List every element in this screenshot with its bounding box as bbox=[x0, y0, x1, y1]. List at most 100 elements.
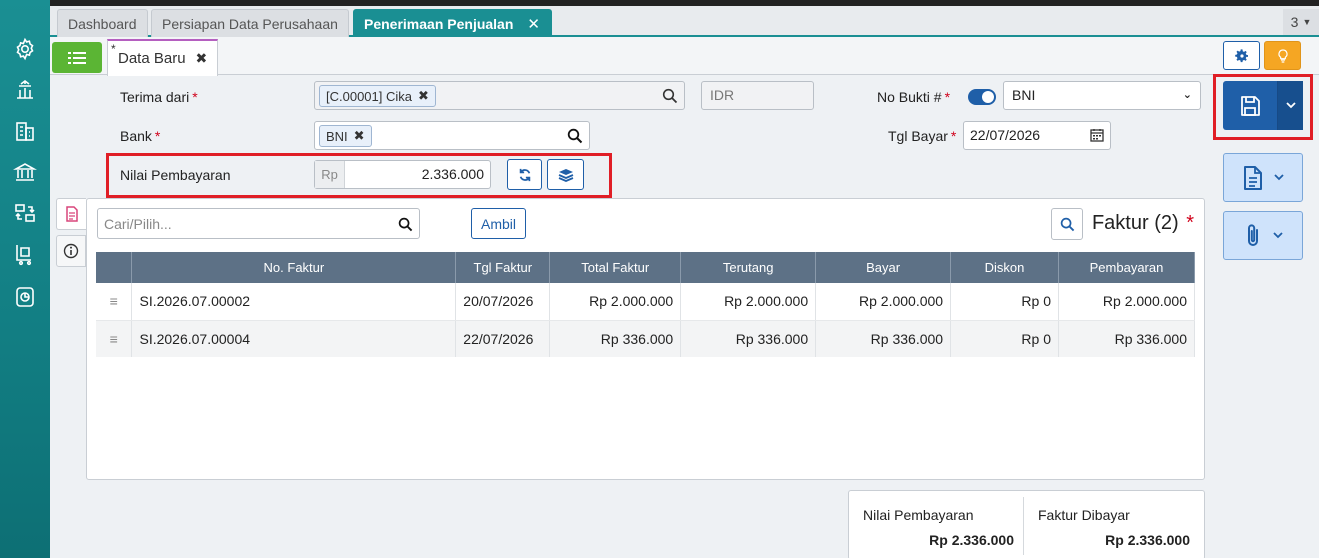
nilai-pembayaran-field[interactable]: Rp 2.336.000 bbox=[314, 160, 491, 189]
bank-field[interactable]: BNI ✖ bbox=[314, 121, 590, 150]
tgl-bayar-value: 22/07/2026 bbox=[970, 127, 1041, 143]
sub-tab-bar: * Data Baru ✖ bbox=[50, 37, 1319, 76]
summary-nilai-label: Nilai Pembayaran bbox=[863, 507, 974, 523]
cell-no-faktur: SI.2026.07.00004 bbox=[131, 320, 457, 357]
transfer-icon[interactable] bbox=[12, 200, 38, 226]
document-button[interactable] bbox=[1223, 153, 1303, 202]
bulb-icon bbox=[1277, 48, 1288, 63]
settings-icon bbox=[1234, 48, 1248, 62]
cell-total: Rp 336.000 bbox=[549, 320, 682, 357]
settings-button[interactable] bbox=[1223, 41, 1260, 70]
tab-penerimaan-penjualan[interactable]: Penerimaan Penjualan ✕ bbox=[353, 9, 552, 37]
column-header[interactable]: Tgl Faktur bbox=[455, 252, 551, 283]
drag-handle-icon[interactable]: ≡ bbox=[96, 283, 133, 321]
chip-label: [C.00001] Cika bbox=[326, 88, 412, 104]
column-header[interactable]: No. Faktur bbox=[131, 252, 457, 283]
nilai-value: 2.336.000 bbox=[421, 166, 484, 182]
remove-icon[interactable]: ✖ bbox=[418, 88, 429, 104]
gear-icon[interactable] bbox=[12, 36, 38, 62]
tab-label: Dashboard bbox=[68, 15, 137, 32]
cell-tgl-faktur: 22/07/2026 bbox=[455, 320, 551, 357]
chevron-down-icon bbox=[1285, 102, 1296, 109]
attachment-button[interactable] bbox=[1223, 211, 1303, 260]
search-icon[interactable] bbox=[662, 88, 678, 104]
ambil-button[interactable]: Ambil bbox=[471, 208, 526, 239]
tab-dashboard[interactable]: Dashboard bbox=[57, 9, 148, 37]
table-row[interactable]: ≡ SI.2026.07.00004 22/07/2026 Rp 336.000… bbox=[96, 320, 1195, 357]
search-icon[interactable] bbox=[567, 128, 583, 144]
tab-label: Persiapan Data Perusahaan bbox=[162, 15, 338, 32]
table-header-row: No. Faktur Tgl Faktur Total Faktur Terut… bbox=[96, 252, 1195, 283]
table-row[interactable]: ≡ SI.2026.07.00002 20/07/2026 Rp 2.000.0… bbox=[96, 283, 1195, 321]
no-bukti-select[interactable]: BNI ⌄ bbox=[1003, 81, 1201, 110]
bank-icon[interactable] bbox=[12, 159, 38, 185]
stack-icon bbox=[558, 168, 573, 182]
close-icon[interactable]: ✖ bbox=[196, 50, 208, 67]
subtab-data-baru[interactable]: * Data Baru ✖ bbox=[107, 39, 218, 76]
faktur-table: No. Faktur Tgl Faktur Total Faktur Terut… bbox=[96, 252, 1195, 357]
save-icon bbox=[1241, 95, 1260, 116]
no-bukti-label: No Bukti # * bbox=[877, 89, 951, 105]
save-main[interactable] bbox=[1223, 81, 1278, 130]
save-button[interactable] bbox=[1223, 81, 1303, 130]
calendar-icon[interactable] bbox=[1090, 128, 1104, 142]
nilai-pembayaran-label: Nilai Pembayaran bbox=[120, 167, 231, 183]
summary-faktur-value: Rp 2.336.000 bbox=[1105, 532, 1190, 548]
column-header[interactable]: Terutang bbox=[680, 252, 817, 283]
chip-label: BNI bbox=[326, 128, 348, 144]
chevron-down-icon: ⌄ bbox=[1182, 89, 1192, 101]
bank-chip[interactable]: BNI ✖ bbox=[319, 125, 372, 147]
faktur-search-input[interactable]: Cari/Pilih... bbox=[97, 208, 420, 239]
cell-terutang: Rp 336.000 bbox=[680, 320, 817, 357]
cell-diskon[interactable]: Rp 0 bbox=[950, 320, 1059, 357]
tab-count[interactable]: 3 ▼ bbox=[1283, 9, 1319, 35]
tab-count-value: 3 bbox=[1290, 14, 1299, 30]
column-header[interactable]: Total Faktur bbox=[549, 252, 682, 283]
search-icon[interactable] bbox=[398, 217, 413, 232]
cell-tgl-faktur: 20/07/2026 bbox=[455, 283, 551, 321]
auto-number-toggle[interactable] bbox=[968, 89, 996, 105]
subtab-label: Data Baru bbox=[118, 50, 186, 67]
info-side-tab[interactable] bbox=[56, 235, 86, 267]
cell-diskon[interactable]: Rp 0 bbox=[950, 283, 1059, 321]
faktur-search-button[interactable] bbox=[1051, 208, 1083, 240]
close-icon[interactable]: ✕ bbox=[527, 15, 540, 33]
drag-handle-icon[interactable]: ≡ bbox=[96, 320, 133, 357]
content: * Data Baru ✖ Terima dari * [C.00001] Cik… bbox=[50, 37, 1319, 558]
column-header-handle bbox=[96, 252, 133, 283]
currency-field: IDR bbox=[701, 81, 814, 110]
building-icon[interactable] bbox=[12, 118, 38, 144]
paperclip-icon bbox=[1248, 223, 1258, 246]
faktur-panel: Cari/Pilih... Ambil Faktur (2) * No. Fak… bbox=[86, 198, 1205, 480]
stack-button[interactable] bbox=[547, 159, 584, 190]
chevron-down-icon bbox=[1274, 174, 1284, 181]
scale-icon[interactable] bbox=[12, 77, 38, 103]
remove-icon[interactable]: ✖ bbox=[354, 128, 365, 144]
tab-persiapan-data[interactable]: Persiapan Data Perusahaan bbox=[151, 9, 349, 37]
column-header[interactable]: Bayar bbox=[815, 252, 952, 283]
chevron-down-icon: ▼ bbox=[1302, 17, 1312, 27]
terima-dari-field[interactable]: [C.00001] Cika ✖ bbox=[314, 81, 685, 110]
cell-bayar[interactable]: Rp 336.000 bbox=[815, 320, 952, 357]
cell-total: Rp 2.000.000 bbox=[549, 283, 682, 321]
column-header[interactable]: Pembayaran bbox=[1058, 252, 1195, 283]
cart-icon[interactable] bbox=[12, 241, 38, 267]
customer-chip[interactable]: [C.00001] Cika ✖ bbox=[319, 85, 436, 107]
tips-button[interactable] bbox=[1264, 41, 1301, 70]
save-dropdown[interactable] bbox=[1278, 81, 1303, 130]
document-side-tab[interactable] bbox=[56, 198, 86, 230]
report-icon[interactable] bbox=[12, 284, 38, 310]
cell-bayar[interactable]: Rp 2.000.000 bbox=[815, 283, 952, 321]
cell-terutang: Rp 2.000.000 bbox=[680, 283, 817, 321]
tgl-bayar-field[interactable]: 22/07/2026 bbox=[963, 121, 1111, 150]
summary-divider bbox=[1023, 497, 1024, 555]
column-header[interactable]: Diskon bbox=[950, 252, 1059, 283]
sidebar bbox=[0, 0, 50, 558]
summary-nilai: Nilai Pembayaran Rp 2.336.000 bbox=[863, 491, 1014, 558]
cell-pembayaran: Rp 336.000 bbox=[1058, 320, 1195, 357]
refresh-button[interactable] bbox=[507, 159, 542, 190]
menu-list-icon bbox=[68, 51, 86, 64]
bank-label: Bank * bbox=[120, 128, 161, 144]
menu-list-button[interactable] bbox=[52, 42, 102, 73]
refresh-icon bbox=[519, 168, 530, 181]
